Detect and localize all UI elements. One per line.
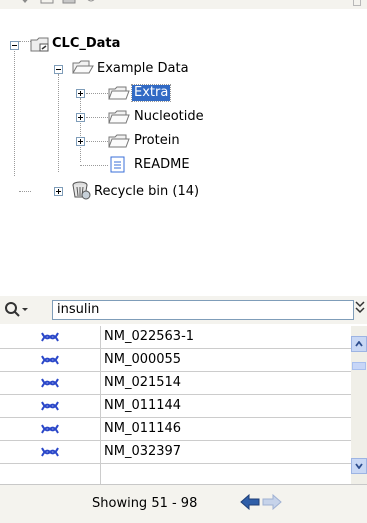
tree-guide-line <box>86 117 108 118</box>
sequence-type-cell <box>0 326 101 348</box>
toolbar-tool-icon[interactable] <box>18 0 32 5</box>
tree-guide-line <box>58 74 59 172</box>
accession-cell: NM_011146 <box>104 421 182 436</box>
folder-tree: CLC_Data Example Data Extra Nucleotide P… <box>0 9 367 309</box>
tree-item-nucleotide[interactable]: Nucleotide <box>134 109 204 125</box>
scroll-up-button[interactable] <box>351 336 367 352</box>
tree-guide-line <box>86 141 108 142</box>
arrow-left-icon[interactable] <box>240 494 260 510</box>
folder-icon <box>108 86 130 100</box>
expand-toggle[interactable] <box>76 113 85 122</box>
tree-item-protein[interactable]: Protein <box>134 133 180 149</box>
sequence-type-cell <box>0 441 101 463</box>
chevron-down-icon <box>355 463 363 469</box>
tree-guide-line <box>14 46 15 176</box>
toolbar-refresh-icon[interactable] <box>40 0 54 5</box>
toolbar-handle[interactable] <box>353 0 361 6</box>
sequence-type-cell <box>0 418 101 440</box>
collapse-toggle[interactable] <box>54 65 63 74</box>
results-scrollbar[interactable] <box>351 326 367 484</box>
double-chevron-down-icon[interactable] <box>355 299 365 317</box>
text-document-icon <box>110 156 125 173</box>
dna-sequence-icon <box>41 378 59 388</box>
database-folder-icon <box>30 37 49 52</box>
arrow-right-icon[interactable] <box>262 494 282 510</box>
table-row-partial[interactable] <box>0 464 351 486</box>
table-row[interactable]: NM_032397 <box>0 441 351 464</box>
folder-icon <box>108 134 130 148</box>
open-folder-icon <box>72 60 94 74</box>
table-row[interactable]: NM_000055 <box>0 349 351 372</box>
tree-guide-line <box>80 98 81 162</box>
tree-item-example-data[interactable]: Example Data <box>97 61 189 77</box>
accession-cell: NM_000055 <box>104 352 182 367</box>
table-row[interactable]: NM_022563-1 <box>0 326 351 349</box>
sequence-type-cell <box>0 464 101 486</box>
dna-sequence-icon <box>41 332 59 342</box>
sequence-type-cell <box>0 349 101 371</box>
sequence-type-cell <box>0 395 101 417</box>
tree-item-extra[interactable]: Extra <box>130 84 172 102</box>
recycle-bin-icon <box>72 181 91 200</box>
navigation-area: CLC_Data Example Data Extra Nucleotide P… <box>0 0 367 523</box>
tree-guide-line <box>80 165 108 166</box>
search-results-table: NM_022563-1 NM_000055 NM_021514 NM_01114… <box>0 326 351 486</box>
table-row[interactable]: NM_011146 <box>0 418 351 441</box>
dna-sequence-icon <box>41 401 59 411</box>
toolbar-folder-icon[interactable] <box>62 0 76 5</box>
expand-toggle[interactable] <box>54 187 63 196</box>
expand-toggle[interactable] <box>76 89 85 98</box>
tree-root-label[interactable]: CLC_Data <box>52 36 120 52</box>
tree-guide-line <box>86 93 108 94</box>
accession-cell: NM_021514 <box>104 375 182 390</box>
search-input[interactable]: insulin <box>52 300 354 320</box>
table-row[interactable]: NM_011144 <box>0 395 351 418</box>
expand-toggle[interactable] <box>76 137 85 146</box>
collapse-toggle[interactable] <box>10 41 19 50</box>
tree-guide-line <box>19 191 31 192</box>
results-range-text: Showing 51 - 98 <box>92 496 198 511</box>
toolbar <box>0 0 367 9</box>
accession-cell: NM_011144 <box>104 398 182 413</box>
accession-cell: NM_032397 <box>104 444 182 459</box>
dna-sequence-icon <box>41 447 59 457</box>
dna-sequence-icon <box>41 424 59 434</box>
dna-sequence-icon <box>41 355 59 365</box>
tree-item-recycle-bin[interactable]: Recycle bin (14) <box>94 184 199 200</box>
toolbar-settings-icon[interactable] <box>84 0 98 5</box>
chevron-up-icon <box>355 341 363 347</box>
table-row[interactable]: NM_021514 <box>0 372 351 395</box>
search-icon[interactable] <box>4 301 32 319</box>
scroll-thumb[interactable] <box>352 362 366 370</box>
sequence-type-cell <box>0 372 101 394</box>
accession-cell: NM_022563-1 <box>104 329 195 344</box>
scroll-down-button[interactable] <box>351 458 367 474</box>
tree-item-readme[interactable]: README <box>134 157 190 173</box>
folder-icon <box>108 110 130 124</box>
